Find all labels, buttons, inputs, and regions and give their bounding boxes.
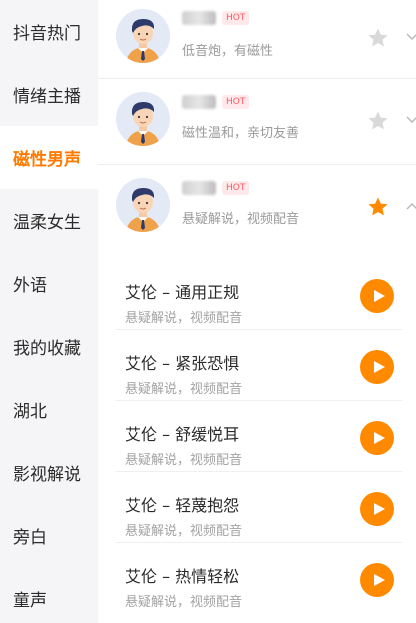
voice-panel: HOT 低音炮，有磁性 HOT 磁性温和，亲切友善 HOT 悬疑解说，视频配音 … xyxy=(98,0,416,623)
sidebar-item-label: 情绪主播 xyxy=(13,87,81,107)
star-filled-icon[interactable] xyxy=(366,195,390,219)
sidebar-item-label: 童声 xyxy=(13,591,47,611)
list-item[interactable]: 艾伦 – 热情轻松 悬疑解说，视频配音 xyxy=(116,543,402,614)
play-button[interactable] xyxy=(360,492,394,526)
avatar xyxy=(116,92,170,146)
sidebar-item-child-voice[interactable]: 童声 xyxy=(0,567,98,623)
play-icon xyxy=(373,361,385,373)
sidebar-item-my-favorites[interactable]: 我的收藏 xyxy=(0,315,98,378)
play-icon xyxy=(373,432,385,444)
voice-name-row: HOT xyxy=(182,11,250,25)
voice-description: 悬疑解说，视频配音 xyxy=(182,212,300,227)
blurred-name xyxy=(182,11,216,25)
sidebar-item-label: 旁白 xyxy=(13,528,47,548)
sidebar-item-label: 温柔女生 xyxy=(13,213,81,233)
play-icon xyxy=(373,290,385,302)
avatar xyxy=(116,178,170,232)
style-description: 悬疑解说，视频配音 xyxy=(125,311,243,326)
style-title: 艾伦 – 紧张恐惧 xyxy=(125,354,240,373)
sidebar-item-magnetic-male[interactable]: 磁性男声 xyxy=(0,126,98,189)
play-button[interactable] xyxy=(360,563,394,597)
sidebar-item-foreign-language[interactable]: 外语 xyxy=(0,252,98,315)
chevron-up-icon[interactable] xyxy=(405,199,416,213)
voice-card[interactable]: HOT 低音炮，有磁性 xyxy=(98,0,416,79)
hot-badge: HOT xyxy=(222,11,250,25)
list-item[interactable]: 艾伦 – 紧张恐惧 悬疑解说，视频配音 xyxy=(116,330,402,401)
sidebar-item-label: 抖音热门 xyxy=(13,24,81,44)
sidebar-item-label: 影视解说 xyxy=(13,465,81,485)
avatar xyxy=(116,9,170,63)
style-title: 艾伦 – 通用正规 xyxy=(125,283,240,302)
style-description: 悬疑解说，视频配音 xyxy=(125,453,243,468)
star-outline-icon[interactable] xyxy=(366,26,390,50)
play-button[interactable] xyxy=(360,421,394,455)
chevron-down-icon[interactable] xyxy=(405,30,416,44)
style-title: 艾伦 – 舒缓悦耳 xyxy=(125,425,240,444)
list-item[interactable]: 艾伦 – 舒缓悦耳 悬疑解说，视频配音 xyxy=(116,401,402,472)
play-icon xyxy=(373,574,385,586)
voice-name-row: HOT xyxy=(182,95,250,109)
sidebar-item-hubei[interactable]: 湖北 xyxy=(0,378,98,441)
sidebar-item-label: 我的收藏 xyxy=(13,339,81,359)
list-item[interactable]: 艾伦 – 轻蔑抱怨 悬疑解说，视频配音 xyxy=(116,472,402,543)
hot-badge: HOT xyxy=(222,181,250,195)
voice-description: 低音炮，有磁性 xyxy=(182,44,274,59)
star-outline-icon[interactable] xyxy=(366,109,390,133)
play-button[interactable] xyxy=(360,350,394,384)
blurred-name xyxy=(182,181,216,195)
voice-card-expanded[interactable]: HOT 悬疑解说，视频配音 xyxy=(98,165,416,251)
sidebar-item-douyin-hot[interactable]: 抖音热门 xyxy=(0,0,98,63)
sidebar-item-film-commentary[interactable]: 影视解说 xyxy=(0,441,98,504)
play-button[interactable] xyxy=(360,279,394,313)
voice-name-row: HOT xyxy=(182,181,250,195)
style-description: 悬疑解说，视频配音 xyxy=(125,382,243,397)
style-description: 悬疑解说，视频配音 xyxy=(125,595,243,610)
voice-card[interactable]: HOT 磁性温和，亲切友善 xyxy=(98,79,416,165)
blurred-name xyxy=(182,95,216,109)
list-item[interactable]: 艾伦 – 通用正规 悬疑解说，视频配音 xyxy=(116,259,402,330)
sidebar-item-label: 湖北 xyxy=(13,402,47,422)
style-description: 悬疑解说，视频配音 xyxy=(125,524,243,539)
sidebar-item-gentle-female[interactable]: 温柔女生 xyxy=(0,189,98,252)
category-sidebar: 抖音热门 情绪主播 磁性男声 温柔女生 外语 我的收藏 湖北 影视解说 旁白 童… xyxy=(0,0,98,623)
sidebar-item-emotion-host[interactable]: 情绪主播 xyxy=(0,63,98,126)
style-title: 艾伦 – 热情轻松 xyxy=(125,567,240,586)
voice-description: 磁性温和，亲切友善 xyxy=(182,126,300,141)
chevron-down-icon[interactable] xyxy=(405,113,416,127)
play-icon xyxy=(373,503,385,515)
style-title: 艾伦 – 轻蔑抱怨 xyxy=(125,496,240,515)
voice-style-list: 艾伦 – 通用正规 悬疑解说，视频配音 艾伦 – 紧张恐惧 悬疑解说，视频配音 … xyxy=(98,259,416,614)
sidebar-item-label: 磁性男声 xyxy=(13,150,81,170)
sidebar-item-label: 外语 xyxy=(13,276,47,296)
sidebar-item-narration[interactable]: 旁白 xyxy=(0,504,98,567)
hot-badge: HOT xyxy=(222,95,250,109)
